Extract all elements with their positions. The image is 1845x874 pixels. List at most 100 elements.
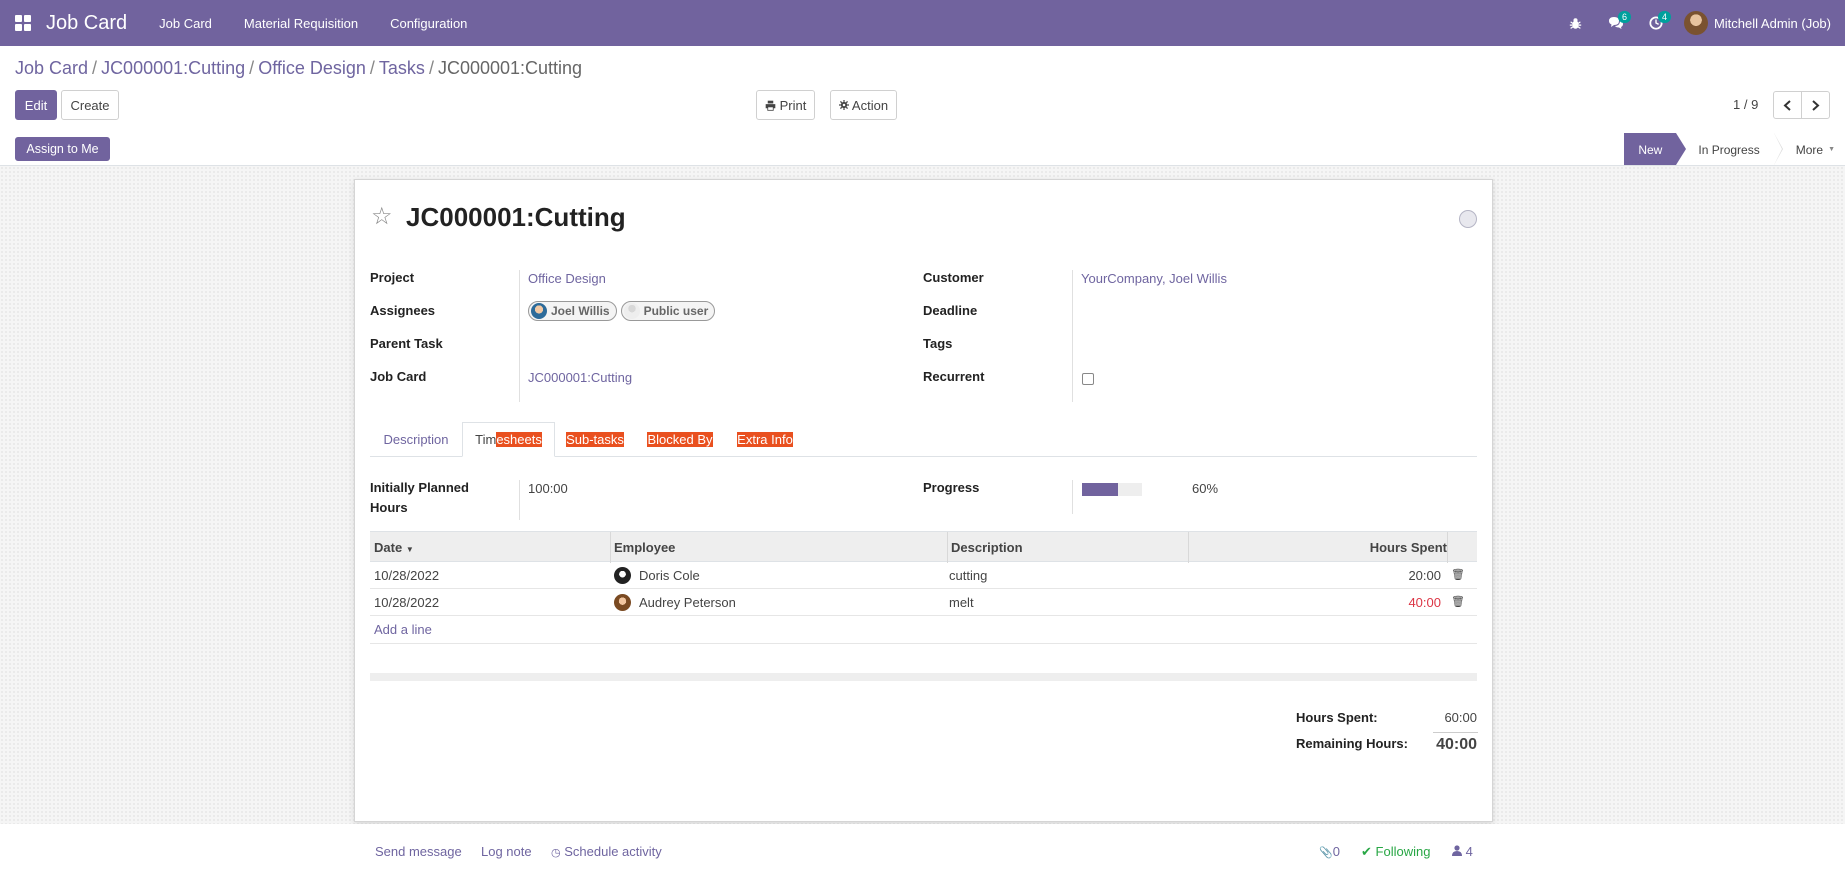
breadcrumb-current: JC000001:Cutting xyxy=(437,58,583,78)
print-button[interactable]: Print xyxy=(756,90,815,120)
tab-blocked-by[interactable]: Blocked By xyxy=(635,422,725,457)
stage-statusbar: New In Progress More ▼ xyxy=(1624,133,1845,166)
create-button[interactable]: Create xyxy=(61,90,119,120)
row-description[interactable]: melt xyxy=(949,595,974,610)
menu-job-card[interactable]: Job Card xyxy=(143,16,228,31)
menu-material-requisition[interactable]: Material Requisition xyxy=(228,16,374,31)
tab-timesheets[interactable]: Tim esheets xyxy=(462,422,555,457)
deadline-field[interactable] xyxy=(1081,302,1281,320)
following-button[interactable]: ✔ Following xyxy=(1361,844,1430,860)
column-hours-header[interactable]: Hours Spent xyxy=(1370,540,1447,555)
sort-caret-icon: ▼ xyxy=(405,545,414,554)
notebook-tabs: Description Tim esheets Sub-tasks Blocked… xyxy=(370,422,1477,457)
tab-subtasks-label: Sub-tasks xyxy=(566,432,624,447)
breadcrumb-jc000001[interactable]: JC000001:Cutting xyxy=(101,58,245,78)
assignees-field[interactable]: Joel Willis Public user xyxy=(528,301,719,321)
assignee-tag-joel-willis[interactable]: Joel Willis xyxy=(528,301,617,321)
column-employee-header[interactable]: Employee xyxy=(614,540,675,555)
row-date[interactable]: 10/28/2022 xyxy=(374,568,439,583)
tab-timesheets-label-b: esheets xyxy=(496,432,542,447)
stage-new[interactable]: New xyxy=(1624,133,1687,166)
assignee-name: Joel Willis xyxy=(551,304,610,318)
breadcrumb-office-design[interactable]: Office Design xyxy=(258,58,366,78)
log-note-button[interactable]: Log note xyxy=(481,844,532,859)
tags-label: Tags xyxy=(923,336,953,351)
hours-spent-label: Hours Spent: xyxy=(1296,710,1378,725)
tags-field[interactable] xyxy=(1081,335,1281,353)
recurrent-checkbox[interactable] xyxy=(1082,373,1094,385)
attachments-button[interactable]: 📎0 xyxy=(1319,844,1340,859)
row-hours-overtime[interactable]: 40:00 xyxy=(1408,595,1441,610)
kanban-state-icon[interactable] xyxy=(1459,210,1477,228)
column-date-header[interactable]: Date ▼ xyxy=(374,540,414,555)
assignee-tag-public-user[interactable]: Public user xyxy=(620,301,716,321)
breadcrumb: Job Card / JC000001:Cutting / Office Design /… xyxy=(15,58,583,78)
row-employee[interactable]: Doris Cole xyxy=(639,568,700,583)
trash-icon[interactable]: 🗑 xyxy=(1451,595,1465,608)
stage-more-dropdown[interactable]: More ▼ xyxy=(1774,133,1845,166)
form-sheet: ☆ JC000001:Cutting Project Assignees Par… xyxy=(354,179,1493,822)
row-hours[interactable]: 20:00 xyxy=(1408,568,1441,583)
parent-task-field[interactable] xyxy=(528,335,728,353)
project-field[interactable]: Office Design xyxy=(528,271,606,286)
row-description[interactable]: cutting xyxy=(949,568,987,583)
tab-extra-info[interactable]: Extra Info xyxy=(725,422,805,457)
chat-icon[interactable]: 6 xyxy=(1596,0,1636,46)
planned-hours-label-line1: Initially Planned xyxy=(370,480,469,495)
send-message-button[interactable]: Send message xyxy=(375,844,462,859)
app-title[interactable]: Job Card xyxy=(46,12,127,35)
activities-badge: 4 xyxy=(1657,11,1671,23)
stage-in-progress[interactable]: In Progress xyxy=(1676,133,1784,166)
task-title[interactable]: JC000001:Cutting xyxy=(406,202,626,233)
assign-to-me-button[interactable]: Assign to Me xyxy=(15,137,110,161)
print-icon xyxy=(765,100,775,111)
row-date[interactable]: 10/28/2022 xyxy=(374,595,439,610)
progress-bar xyxy=(1082,483,1142,496)
breadcrumb-tasks[interactable]: Tasks xyxy=(379,58,425,78)
parent-task-label: Parent Task xyxy=(370,336,443,351)
paperclip-icon: 📎 xyxy=(1319,847,1333,859)
row-employee[interactable]: Audrey Peterson xyxy=(639,595,736,610)
tab-blocked-by-label: Blocked By xyxy=(647,432,713,447)
edit-button[interactable]: Edit xyxy=(15,90,57,120)
add-line-link[interactable]: Add a line xyxy=(374,622,432,637)
user-icon xyxy=(1452,845,1462,856)
schedule-activity-button[interactable]: ◷ Schedule activity xyxy=(551,844,662,859)
stage-more-label: More xyxy=(1795,142,1824,157)
column-description-header[interactable]: Description xyxy=(951,540,1023,555)
table-header: Date ▼ Employee Description Hours Spent xyxy=(370,531,1477,563)
menu-configuration[interactable]: Configuration xyxy=(374,16,483,31)
action-button[interactable]: Action xyxy=(830,90,897,120)
progress-label: Progress xyxy=(923,480,980,495)
following-label: Following xyxy=(1375,844,1431,859)
avatar xyxy=(623,303,640,319)
clock-icon[interactable]: 4 xyxy=(1636,0,1676,46)
tab-description[interactable]: Description xyxy=(370,422,462,457)
gear-icon xyxy=(838,100,849,110)
trash-icon[interactable]: 🗑 xyxy=(1451,568,1465,581)
bug-icon[interactable] xyxy=(1556,0,1596,46)
progress-value: 60% xyxy=(1192,481,1219,496)
tab-subtasks[interactable]: Sub-tasks xyxy=(555,422,635,457)
planned-separator xyxy=(519,480,520,520)
customer-field[interactable]: YourCompany, Joel Willis xyxy=(1081,271,1227,286)
table-row[interactable]: 10/28/2022 Doris Cole cutting 20:00 🗑 xyxy=(370,562,1477,589)
pager-value[interactable]: 1 / 9 xyxy=(1733,97,1758,112)
job-card-field[interactable]: JC000001:Cutting xyxy=(528,370,632,385)
pager-next-button[interactable] xyxy=(1801,91,1830,119)
table-row[interactable]: 10/28/2022 Audrey Peterson melt 40:00 🗑 xyxy=(370,589,1477,616)
attachments-count: 0 xyxy=(1332,844,1340,859)
followers-button[interactable]: 4 xyxy=(1452,844,1473,859)
avatar xyxy=(614,567,631,584)
planned-hours-field[interactable]: 100:00 xyxy=(528,481,568,496)
apps-icon[interactable] xyxy=(0,0,46,46)
totals-divider xyxy=(1433,732,1478,733)
pager-previous-button[interactable] xyxy=(1773,91,1802,119)
followers-count: 4 xyxy=(1465,844,1473,859)
remaining-hours-value: 40:00 xyxy=(1436,736,1477,753)
avatar xyxy=(1683,11,1708,35)
breadcrumb-job-card[interactable]: Job Card xyxy=(15,58,88,78)
chevron-left-icon xyxy=(1783,99,1791,111)
star-icon[interactable]: ☆ xyxy=(371,202,393,231)
user-menu[interactable]: Mitchell Admin (Job) xyxy=(1676,11,1845,35)
